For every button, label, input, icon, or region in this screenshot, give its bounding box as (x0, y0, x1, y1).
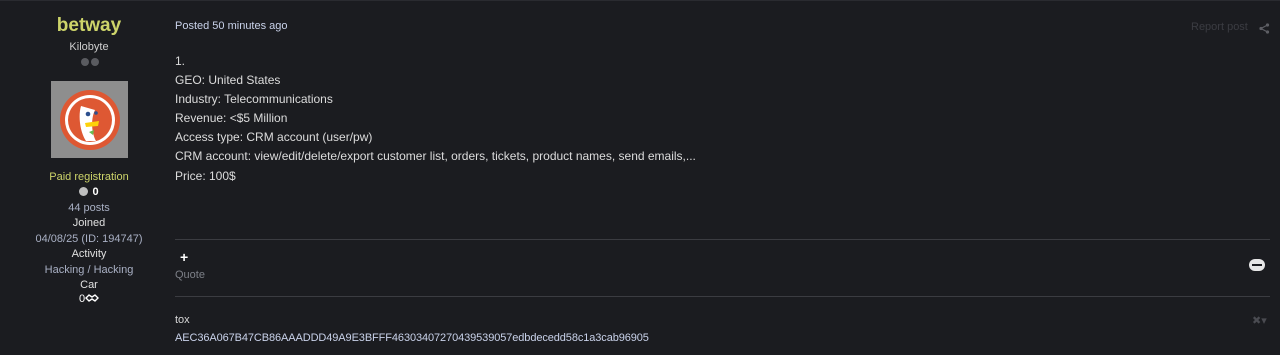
forum-post: betway Kilobyte Paid registration 0 44 p… (0, 0, 1280, 355)
car-value: 0 (0, 293, 178, 305)
joined-value: 04/08/25 (ID: 194747) (35, 233, 143, 245)
rank-pip (81, 58, 89, 66)
joined-label: Joined (72, 217, 106, 229)
post-line: Access type: CRM account (user/pw) (175, 130, 373, 145)
duckduckgo-logo-icon (59, 89, 120, 150)
signature-value: AEC36A067B47CB86AAADDD49A9E3BFFF46303407… (175, 332, 649, 344)
multiquote-toggle-icon[interactable] (1249, 259, 1265, 271)
post-content: 1. GEO: United States Industry: Telecomm… (175, 52, 696, 186)
reputation: 0 (0, 186, 178, 198)
reputation-value: 0 (92, 186, 99, 198)
divider (175, 296, 1270, 297)
post-line: Industry: Telecommunications (175, 92, 333, 107)
add-to-quote-icon[interactable]: + (180, 249, 188, 265)
rank-pips (81, 58, 99, 66)
quote-button[interactable]: Quote (175, 269, 205, 281)
author-username[interactable]: betway (0, 15, 178, 37)
post-line: CRM account: view/edit/delete/export cus… (175, 149, 696, 164)
activity-label: Activity (71, 248, 107, 260)
divider (175, 239, 1270, 240)
rank-pip (91, 58, 99, 66)
post-line: Revenue: <$5 Million (175, 111, 288, 126)
share-icon[interactable] (1259, 21, 1270, 39)
handshake-icon (85, 294, 100, 302)
post-line: 1. (175, 54, 186, 68)
signature-label: tox (175, 314, 190, 326)
author-rank: Kilobyte (69, 41, 109, 53)
car-label: Car (80, 279, 98, 291)
post-line: Price: 100$ (175, 168, 236, 183)
post-line: GEO: United States (175, 73, 281, 88)
post-timestamp[interactable]: Posted 50 minutes ago (175, 20, 288, 32)
signature-options-icon[interactable]: ✖▾ (1252, 314, 1267, 327)
member-group: Paid registration (49, 171, 129, 183)
activity-value: Hacking / Hacking (44, 264, 134, 276)
avatar[interactable] (51, 81, 128, 158)
report-post-link[interactable]: Report post (1191, 21, 1248, 33)
post-count[interactable]: 44 posts (0, 202, 178, 214)
reputation-icon (79, 187, 89, 196)
